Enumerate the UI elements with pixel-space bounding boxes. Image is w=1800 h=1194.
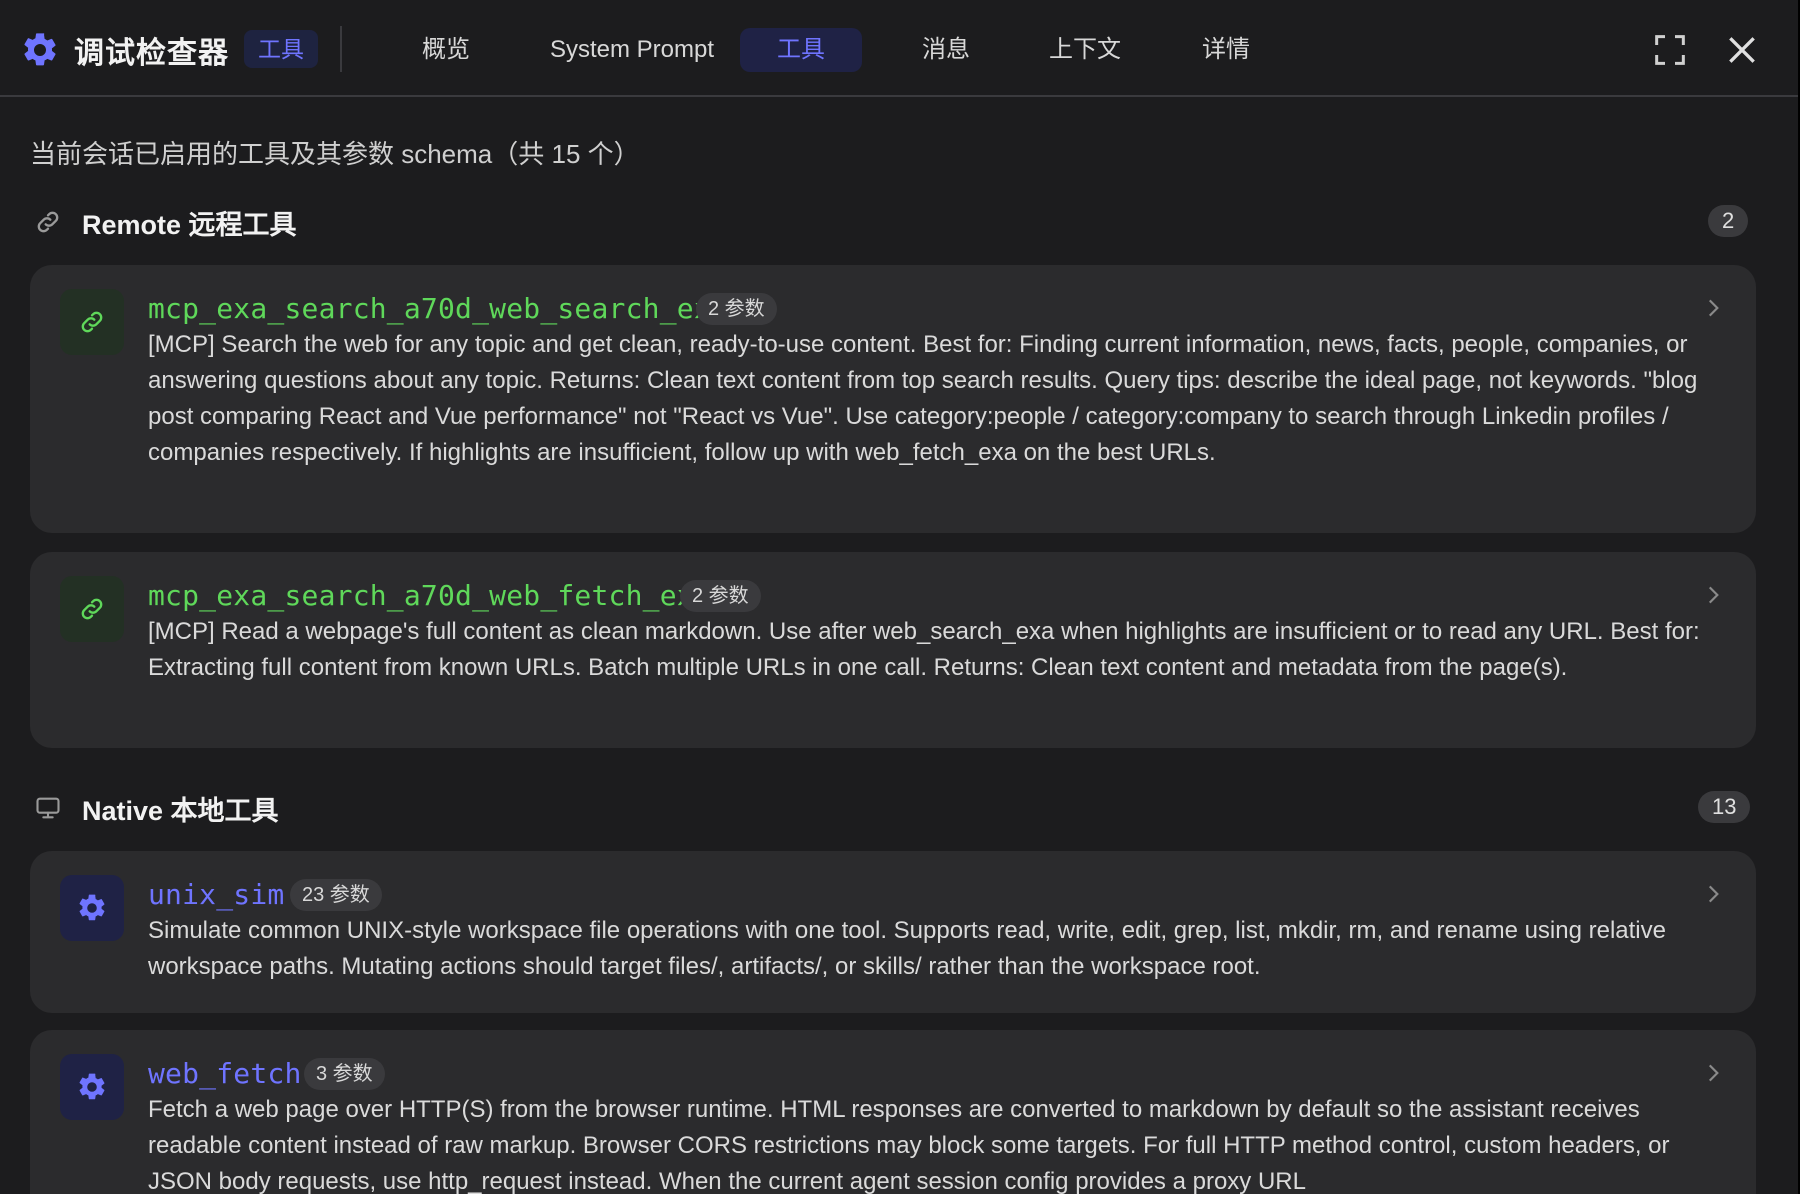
tool-icon-box xyxy=(60,289,124,355)
tool-icon-box xyxy=(60,1054,124,1120)
close-icon[interactable] xyxy=(1722,30,1762,70)
tool-icon-box xyxy=(60,875,124,941)
tab-tools[interactable]: 工具 xyxy=(740,28,862,72)
tab-system-prompt[interactable]: System Prompt xyxy=(532,28,732,72)
gear-icon xyxy=(24,33,56,66)
link-icon xyxy=(81,311,103,333)
tab-details[interactable]: 详情 xyxy=(1186,28,1266,72)
tool-description: Fetch a web page over HTTP(S) from the b… xyxy=(148,1096,1670,1194)
param-count-badge: 2 参数 xyxy=(680,580,761,612)
link-icon xyxy=(37,211,59,233)
section-count-badge: 2 xyxy=(1708,205,1749,237)
param-count-badge: 23 参数 xyxy=(290,879,382,911)
param-count-badge: 2 参数 xyxy=(696,293,777,325)
gear-icon xyxy=(79,894,105,921)
section-title: Remote 远程工具 xyxy=(82,209,297,240)
current-view-badge: 工具 xyxy=(244,30,318,68)
gear-icon xyxy=(79,1073,105,1100)
tools-summary: 当前会话已启用的工具及其参数 schema（共 15 个） xyxy=(30,139,640,169)
tool-description: Simulate common UNIX-style workspace fil… xyxy=(148,917,1666,980)
tool-card-web-search-exa[interactable]: mcp_exa_search_a70d_web_search_exa 2 参数 … xyxy=(30,265,1756,533)
tool-name: mcp_exa_search_a70d_web_fetch_exa xyxy=(148,579,711,612)
section-title: Native 本地工具 xyxy=(82,795,279,826)
tool-icon-box xyxy=(60,576,124,642)
section-header-native: Native 本地工具 xyxy=(34,786,279,830)
param-count-badge: 3 参数 xyxy=(304,1058,385,1090)
chevron-right-icon[interactable] xyxy=(1700,1060,1726,1086)
tool-name: web_fetch xyxy=(148,1057,302,1090)
tool-description: [MCP] Search the web for any topic and g… xyxy=(148,331,1698,466)
fullscreen-icon[interactable] xyxy=(1650,30,1690,70)
window-title: 调试检查器 xyxy=(74,37,229,70)
section-count-badge: 13 xyxy=(1698,791,1751,823)
header-bar: 调试检查器 工具 概览 System Prompt 工具 消息 上下文 详情 xyxy=(0,0,1800,97)
tool-card-unix-sim[interactable]: unix_sim 23 参数 Simulate common UNIX-styl… xyxy=(30,851,1756,1013)
header-divider xyxy=(340,26,342,72)
tab-context[interactable]: 上下文 xyxy=(1030,28,1140,72)
tool-name: unix_sim xyxy=(148,878,285,911)
debug-inspector-window: 调试检查器 工具 概览 System Prompt 工具 消息 上下文 详情 当… xyxy=(0,0,1800,1194)
chevron-right-icon[interactable] xyxy=(1700,881,1726,907)
tab-overview[interactable]: 概览 xyxy=(406,28,486,72)
chevron-right-icon[interactable] xyxy=(1700,295,1726,321)
link-icon xyxy=(81,598,103,620)
section-header-remote: Remote 远程工具 xyxy=(34,200,297,244)
tool-name: mcp_exa_search_a70d_web_search_exa xyxy=(148,292,728,325)
tool-card-web-fetch[interactable]: web_fetch 3 参数 Fetch a web page over HTT… xyxy=(30,1030,1756,1194)
monitor-icon xyxy=(36,797,60,819)
tool-description: [MCP] Read a webpage's full content as c… xyxy=(148,618,1700,681)
tool-card-web-fetch-exa[interactable]: mcp_exa_search_a70d_web_fetch_exa 2 参数 [… xyxy=(30,552,1756,748)
tab-messages[interactable]: 消息 xyxy=(906,28,986,72)
chevron-right-icon[interactable] xyxy=(1700,582,1726,608)
